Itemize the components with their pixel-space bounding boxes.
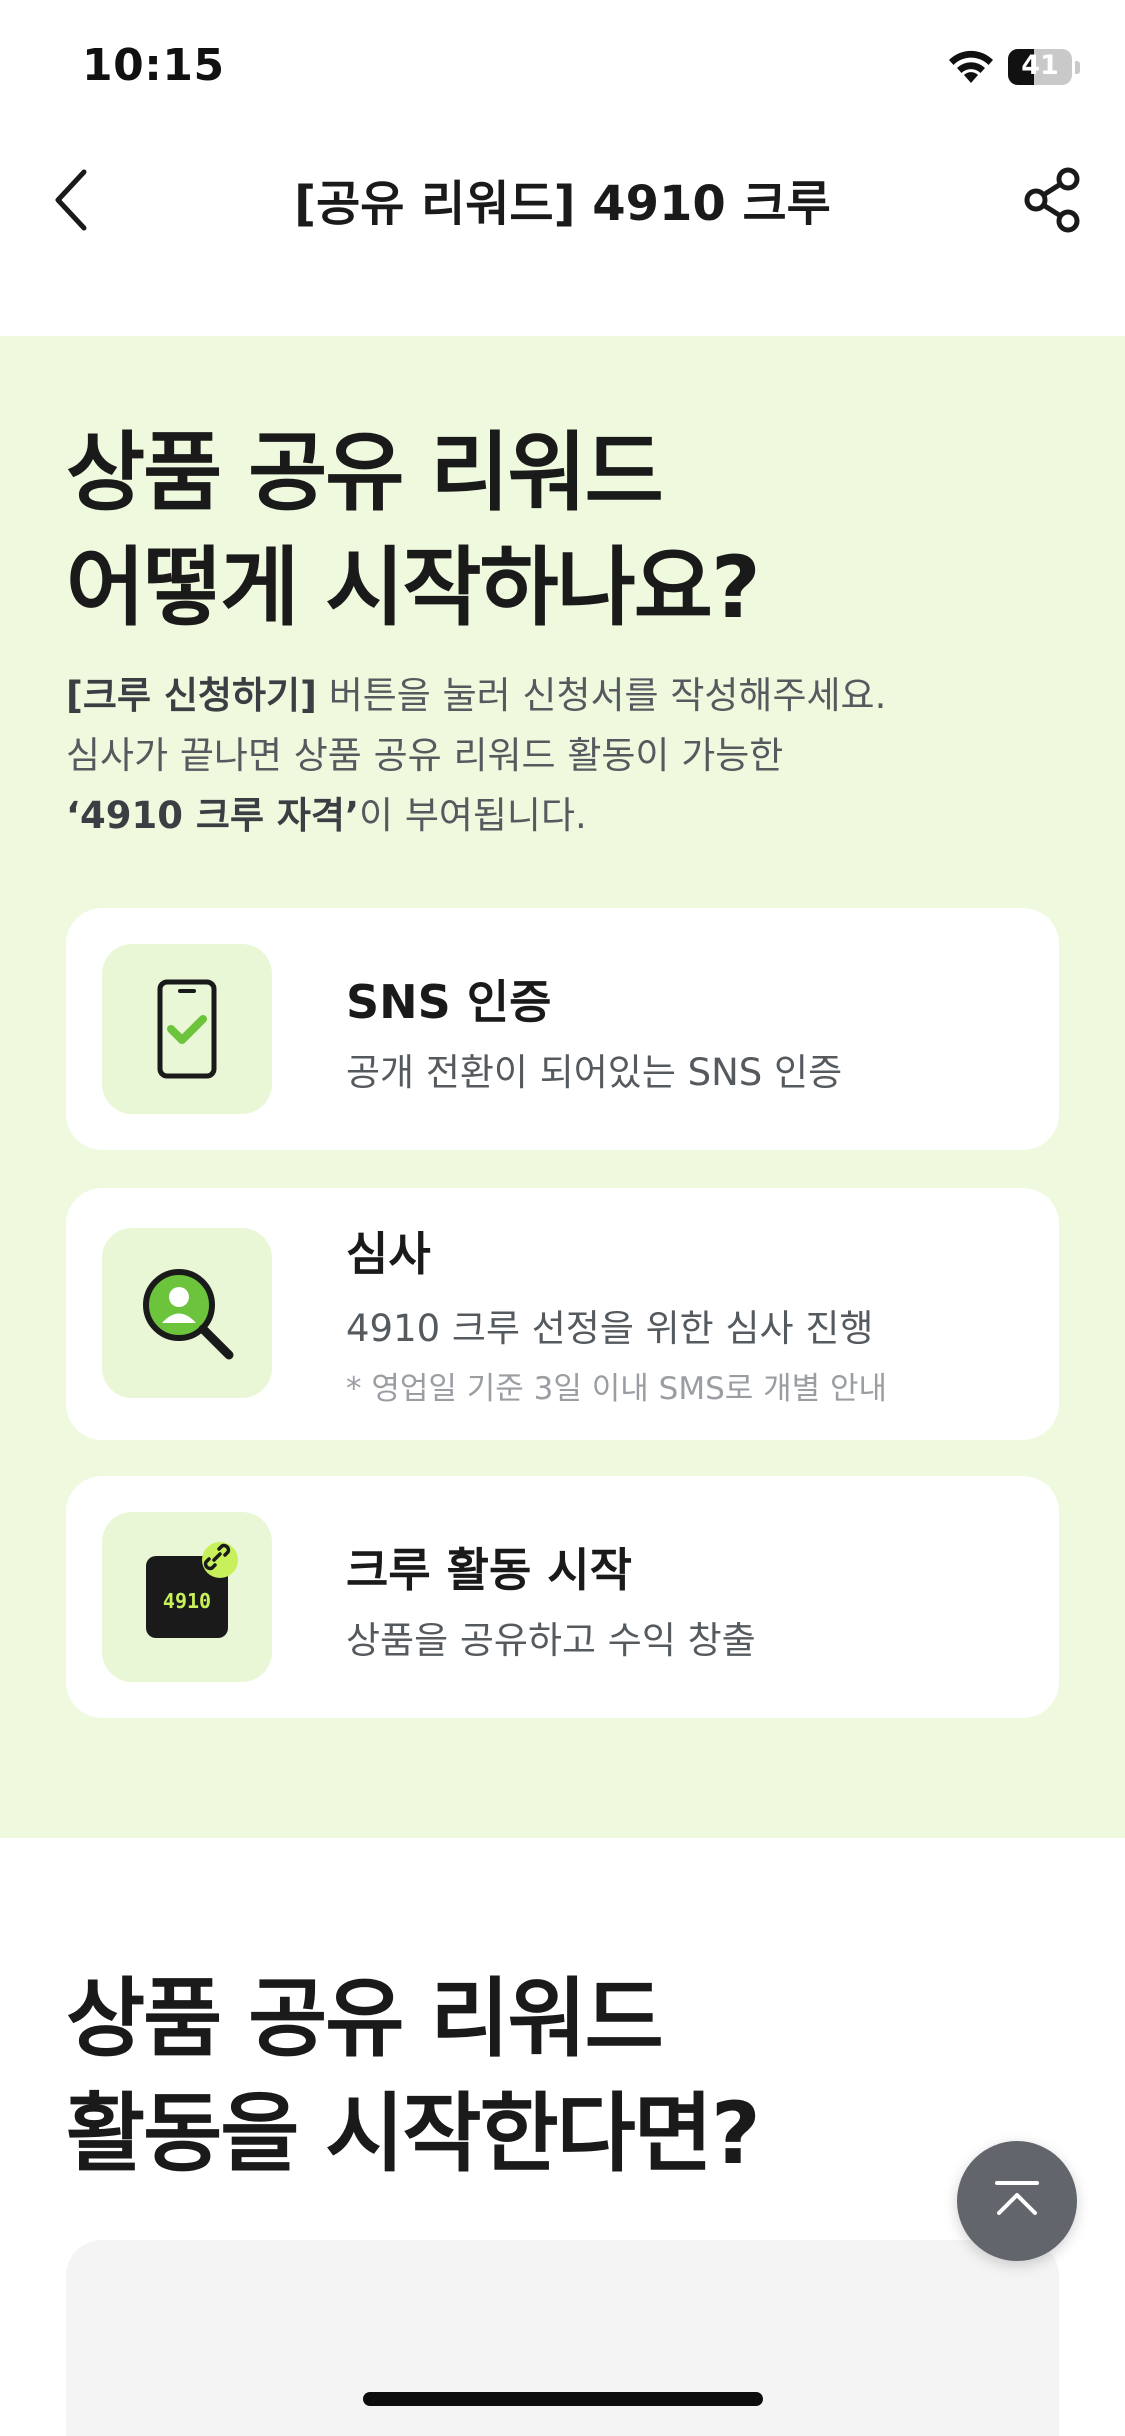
step-card-review: 심사 4910 크루 선정을 위한 심사 진행 * 영업일 기준 3일 이내 S… xyxy=(66,1188,1059,1440)
step-note: * 영업일 기준 3일 이내 SMS로 개별 안내 xyxy=(346,1371,888,1407)
nav-bar: [공유 리워드] 4910 크루 xyxy=(0,140,1125,340)
reward-info-card xyxy=(66,2240,1059,2436)
hero-description: [크루 신청하기] 버튼을 눌러 신청서를 작성해주세요. 심사가 끝나면 상품… xyxy=(66,674,887,837)
step-icon-box: 4910 xyxy=(102,1512,272,1682)
how-to-start-section: 상품 공유 리워드 어떻게 시작하나요? [크루 신청하기] 버튼을 눌러 신청… xyxy=(0,336,1125,1838)
step-title: 크루 활동 시작 xyxy=(346,1543,632,1597)
step-card-start: 4910 크루 활동 시작 상품을 공유하고 수익 창출 xyxy=(66,1476,1059,1718)
hero-title-line2: 어떻게 시작하나요? xyxy=(66,538,761,638)
step-title: SNS 인증 xyxy=(346,975,552,1029)
status-time: 10:15 xyxy=(82,40,225,91)
crew-badge-text: 4910 xyxy=(163,1589,211,1613)
step-description: 상품을 공유하고 수익 창출 xyxy=(346,1619,756,1662)
step-description: 공개 전환이 되어있는 SNS 인증 xyxy=(346,1051,843,1094)
hero-title: 상품 공유 리워드 어떻게 시작하나요? xyxy=(66,416,1066,646)
step-icon-box xyxy=(102,944,272,1114)
wifi-icon xyxy=(949,50,993,83)
section2-title-line1: 상품 공유 리워드 xyxy=(66,1969,664,2069)
step-description: 4910 크루 선정을 위한 심사 진행 xyxy=(346,1307,874,1350)
crew-qualification-mention: ‘4910 크루 자격’ xyxy=(66,794,360,837)
apply-button-mention: [크루 신청하기] xyxy=(66,674,317,717)
step-card-sns: SNS 인증 공개 전환이 되어있는 SNS 인증 xyxy=(66,908,1059,1150)
arrow-up-to-top-icon xyxy=(995,2181,1039,2215)
hero-title-line1: 상품 공유 리워드 xyxy=(66,423,664,523)
section2-title-line2: 활동을 시작한다면? xyxy=(66,2084,761,2184)
section2-title: 상품 공유 리워드 활동을 시작한다면? xyxy=(66,1962,1066,2192)
chevron-left-icon[interactable] xyxy=(44,162,104,238)
scroll-to-top-button[interactable] xyxy=(957,2141,1077,2261)
page-title: [공유 리워드] 4910 크루 xyxy=(294,176,831,232)
step-title: 심사 xyxy=(346,1227,431,1281)
battery-level: 41 xyxy=(1021,50,1059,81)
status-bar: 10:15 41 xyxy=(0,0,1125,140)
battery-icon: 41 xyxy=(1008,49,1080,87)
magnifier-user-icon xyxy=(143,1269,234,1360)
step-icon-box xyxy=(102,1228,272,1398)
share-icon[interactable] xyxy=(1022,166,1084,234)
page: 10:15 41 [공유 리워드] 4910 크루 상품 공유 리워드 어떻게 … xyxy=(0,0,1125,2436)
phone-check-icon xyxy=(157,979,217,1079)
crew-link-icon: 4910 xyxy=(146,1542,238,1638)
home-indicator xyxy=(363,2392,763,2406)
